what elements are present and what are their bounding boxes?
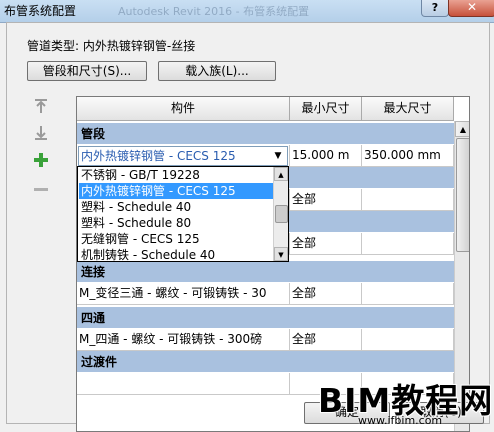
- column-header-component[interactable]: 构件: [77, 97, 290, 121]
- segments-sizes-button[interactable]: 管段和尺寸(S)...: [27, 61, 147, 81]
- segment-min-cell[interactable]: 15.000 m: [290, 145, 362, 166]
- add-row-icon[interactable]: [32, 151, 50, 169]
- segment-combo-box[interactable]: 内外热镀锌钢管 - CECS 125 ▼: [78, 146, 288, 166]
- load-family-button[interactable]: 载入族(L)...: [158, 61, 276, 81]
- close-button[interactable]: ✕: [448, 0, 494, 17]
- window-title: 布管系统配置: [4, 4, 77, 18]
- watermark-url: www.ifbim.com: [358, 414, 443, 427]
- dropdown-scroll-thumb[interactable]: [275, 205, 288, 223]
- segment-combo-value[interactable]: 内外热镀锌钢管 - CECS 125: [80, 148, 267, 164]
- dropdown-option[interactable]: 塑料 - Schedule 80: [79, 215, 275, 231]
- table-row[interactable]: M_变径三通 - 螺纹 - 可锻铸铁 - 30 全部: [77, 283, 454, 305]
- hidden-min-cell[interactable]: 全部: [290, 233, 362, 254]
- section-junctions[interactable]: 连接: [77, 261, 454, 283]
- section-segments[interactable]: 管段: [77, 123, 454, 145]
- dropdown-option[interactable]: 塑料 - Schedule 40: [79, 199, 275, 215]
- table-row[interactable]: M_四通 - 螺纹 - 可锻铸铁 - 300磅 全部: [77, 329, 454, 351]
- junction-min-cell[interactable]: 全部: [290, 283, 362, 304]
- hidden-max-cell[interactable]: [362, 233, 454, 254]
- scroll-up-arrow-icon[interactable]: ▲: [455, 121, 469, 137]
- junction-component-cell[interactable]: M_变径三通 - 螺纹 - 可锻铸铁 - 30: [77, 283, 290, 304]
- cross-min-cell[interactable]: 全部: [290, 329, 362, 350]
- cross-max-cell[interactable]: [362, 329, 454, 350]
- title-bar: 布管系统配置 Autodesk Revit 2016 - 布管系统配置 ? ✕: [0, 0, 494, 23]
- help-button[interactable]: ?: [421, 0, 449, 17]
- segment-max-cell[interactable]: 350.000 mm: [362, 145, 454, 166]
- dropdown-option[interactable]: 无缝钢管 - CECS 125: [79, 231, 275, 247]
- hidden-min-cell[interactable]: 全部: [290, 189, 362, 210]
- dropdown-option-selected[interactable]: 内外热镀锌钢管 - CECS 125: [79, 183, 275, 199]
- pipe-type-label: 管道类型: 内外热镀锌钢管-丝接: [27, 39, 196, 53]
- dropdown-option[interactable]: 不锈钢 - GB/T 19228: [79, 167, 275, 183]
- remove-row-icon[interactable]: [32, 180, 50, 198]
- column-header-min-size[interactable]: 最小尺寸: [290, 97, 362, 121]
- column-header-max-size[interactable]: 最大尺寸: [362, 97, 454, 121]
- junction-max-cell[interactable]: [362, 283, 454, 304]
- move-down-icon[interactable]: [32, 124, 50, 142]
- watermark-logo: BIM教程网 www.ifbim.com: [317, 374, 494, 428]
- dropdown-scrollbar[interactable]: ▲ ▼: [273, 167, 288, 261]
- section-crosses[interactable]: 四通: [77, 307, 454, 329]
- window-ghost-title: Autodesk Revit 2016 - 布管系统配置: [118, 5, 310, 18]
- hidden-max-cell[interactable]: [362, 189, 454, 210]
- scroll-thumb[interactable]: [456, 138, 469, 252]
- section-transitions[interactable]: 过渡件: [77, 351, 454, 373]
- dropdown-scroll-down-icon[interactable]: ▼: [274, 247, 288, 261]
- segment-dropdown-list[interactable]: 不锈钢 - GB/T 19228 内外热镀锌钢管 - CECS 125 塑料 -…: [77, 166, 289, 262]
- chevron-down-icon[interactable]: ▼: [270, 148, 286, 164]
- transition-component-cell[interactable]: [77, 373, 290, 394]
- cross-component-cell[interactable]: M_四通 - 螺纹 - 可锻铸铁 - 300磅: [77, 329, 290, 350]
- dropdown-option[interactable]: 机制铸铁 - Schedule 40: [79, 247, 275, 261]
- move-up-icon[interactable]: [32, 97, 50, 115]
- dropdown-scroll-up-icon[interactable]: ▲: [274, 167, 288, 181]
